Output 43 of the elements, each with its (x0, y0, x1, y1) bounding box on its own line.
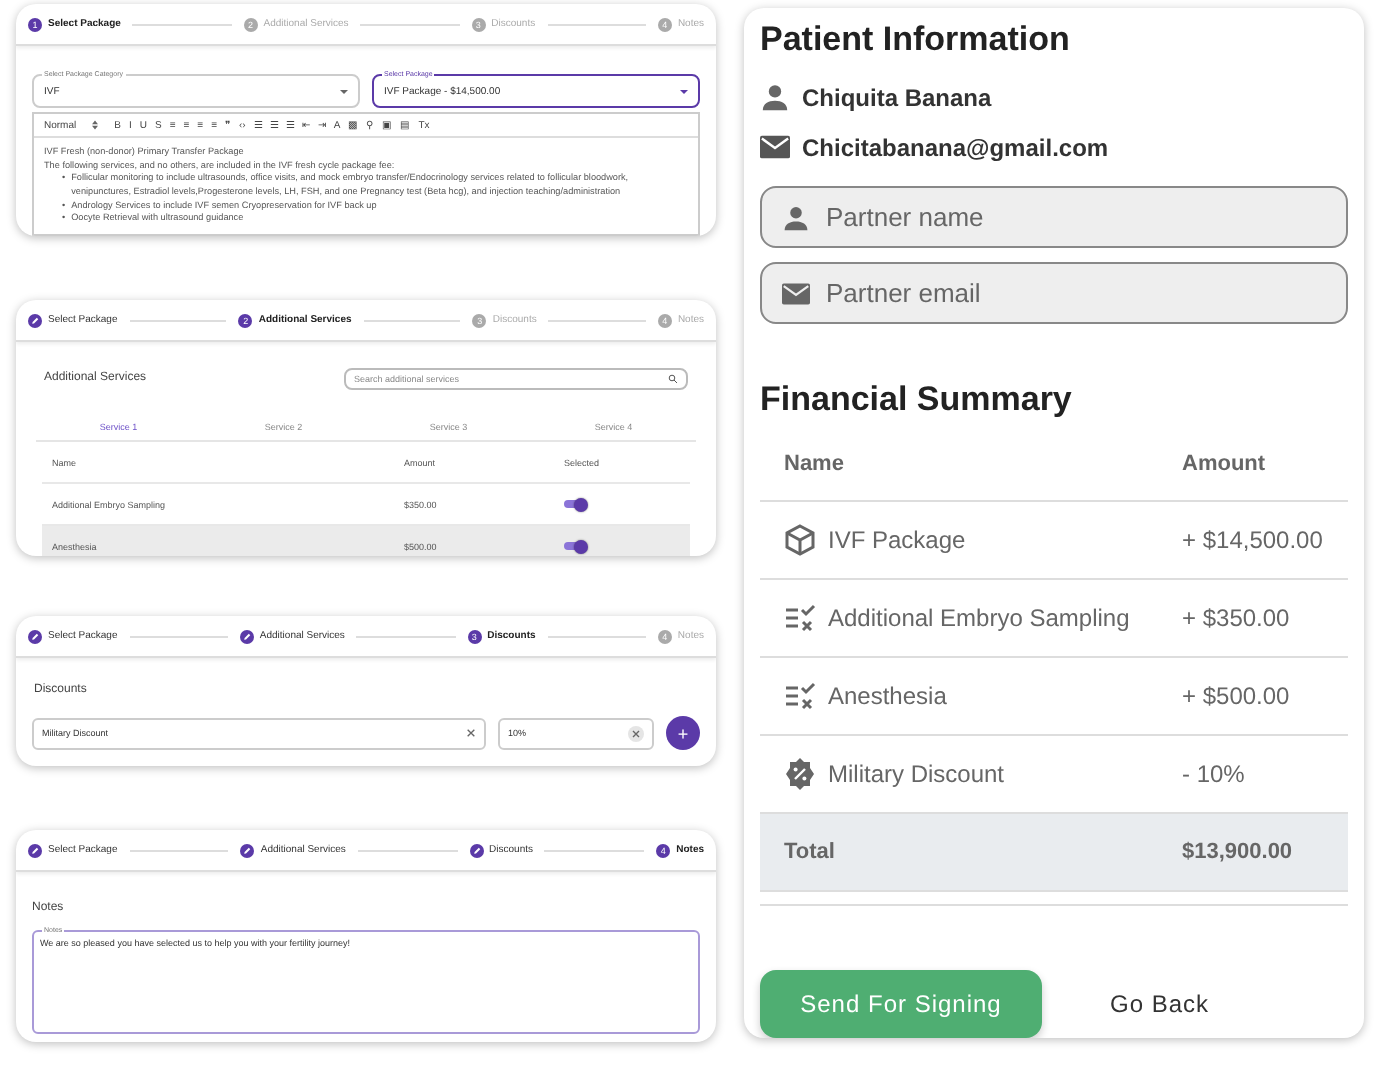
toggle-switch[interactable] (564, 542, 586, 550)
checklist-icon (784, 680, 816, 712)
patient-name: Chiquita Banana (802, 83, 992, 111)
toggle-switch[interactable] (564, 500, 586, 508)
total-label: Total (784, 840, 837, 864)
pencil-icon[interactable] (240, 843, 255, 857)
pencil-icon[interactable] (469, 843, 484, 857)
search-icon (668, 373, 678, 383)
clear-icon[interactable] (466, 728, 476, 738)
table-cell-text: + $350.00 (1182, 604, 1292, 632)
caret-icon (340, 89, 348, 93)
mail-icon (782, 279, 810, 307)
table-cell-text: + $500.00 (1182, 682, 1292, 710)
rich-text-editor[interactable] (32, 112, 700, 236)
table-cell-text: - 10% (1182, 760, 1247, 788)
mail-icon (760, 132, 790, 162)
table-cell: Additional Embryo Sampling (828, 604, 1130, 632)
person-icon (782, 203, 810, 231)
partner-email-field[interactable]: Partner email (760, 262, 1348, 324)
table-cell: + $14,500.00 (1182, 526, 1324, 554)
table-cell: IVF Package (828, 526, 966, 554)
partner-name-field[interactable]: Partner name (760, 186, 1348, 248)
checklist-icon (784, 602, 816, 634)
pencil-icon[interactable] (28, 313, 42, 327)
box-icon (784, 524, 816, 556)
pencil-icon[interactable] (28, 629, 42, 643)
caret-icon (680, 89, 688, 93)
add-button[interactable]: + (666, 716, 700, 750)
discount-badge-icon (784, 758, 816, 790)
go-back-button[interactable]: Go Back (1098, 988, 1222, 1020)
patient-email: Chicitabanana@gmail.com (802, 133, 1109, 161)
pencil-icon[interactable] (239, 629, 254, 643)
table-cell: Anesthesia (828, 682, 947, 710)
table-cell: Military Discount (828, 760, 1005, 788)
section-title: Patient Information (760, 20, 1072, 60)
column-header: Name (784, 452, 846, 476)
clear-icon[interactable] (628, 725, 644, 741)
column-header: Amount (1182, 452, 1268, 476)
total-amount: $13,900.00 (1182, 840, 1295, 864)
person-icon (760, 82, 790, 112)
section-title: Financial Summary (760, 380, 1074, 420)
up-down-icon (92, 120, 99, 130)
pencil-icon[interactable] (28, 843, 42, 857)
